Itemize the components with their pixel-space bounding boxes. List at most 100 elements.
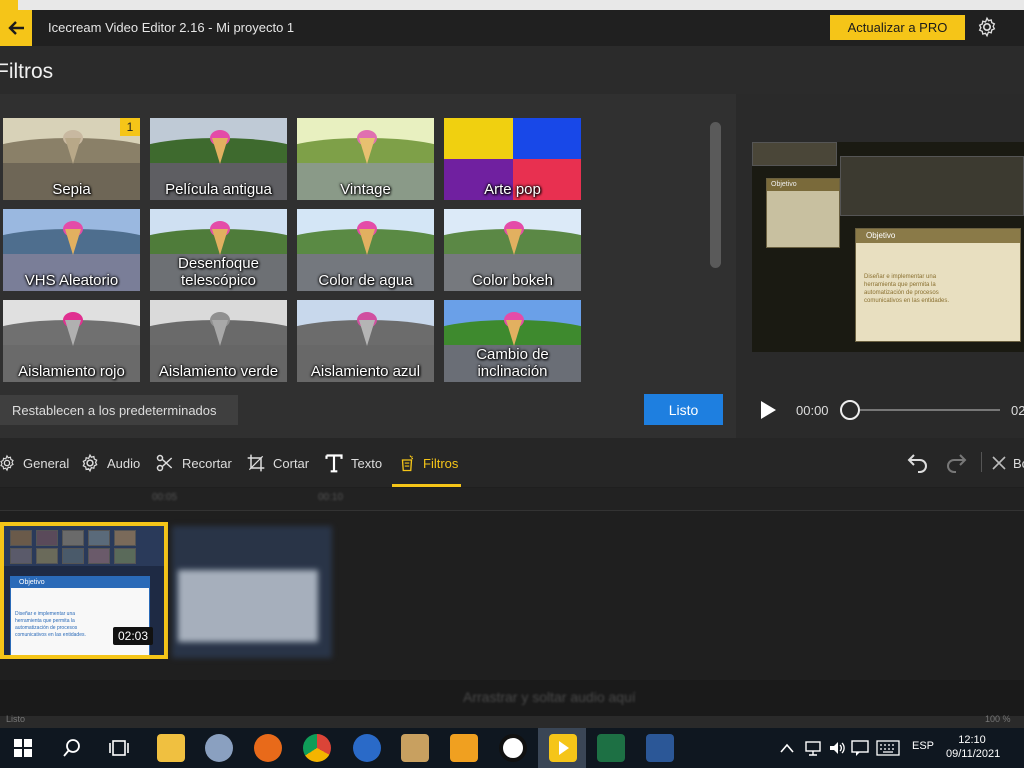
filter-label: Desenfoque telescópico <box>178 255 259 289</box>
text-icon <box>325 454 343 473</box>
search-icon[interactable] <box>62 738 82 758</box>
file-explorer-icon[interactable] <box>157 734 185 762</box>
preview-slide-title: Objetivo <box>856 229 1020 243</box>
play-icon[interactable] <box>758 400 778 420</box>
tool-recortar[interactable]: Recortar <box>155 450 232 476</box>
editor-toolbar <box>0 438 1024 487</box>
thunderbird-icon[interactable] <box>353 734 381 762</box>
filter-label: VHS Aleatorio <box>24 272 119 289</box>
tool-label: Filtros <box>423 455 459 471</box>
filter-label: Aislamiento verde <box>158 363 279 380</box>
windows-start-icon[interactable] <box>14 739 32 757</box>
tool-audio[interactable]: Audio <box>80 450 140 476</box>
ruler-tick: 00:05 <box>152 492 178 503</box>
filter-bucket-icon <box>401 455 413 472</box>
crop-icon <box>247 454 265 472</box>
tool-cortar[interactable]: Cortar <box>246 450 309 476</box>
filter-tile-aislamiento-azul[interactable]: Aislamiento azul <box>297 300 434 382</box>
filter-tile-aislamiento-rojo[interactable]: Aislamiento rojo <box>3 300 140 382</box>
undo-icon[interactable] <box>906 451 930 473</box>
icecream-editor-icon[interactable] <box>549 734 577 762</box>
play-icon <box>559 741 569 755</box>
upgrade-pro-button[interactable]: Actualizar a PRO <box>830 15 965 40</box>
tool-label: Cortar <box>273 455 310 471</box>
page-title: Filtros <box>0 60 54 83</box>
record-icon[interactable] <box>499 734 527 762</box>
gear-icon[interactable] <box>976 16 998 38</box>
filter-label: Cambio de inclinación <box>476 346 549 380</box>
language-indicator[interactable]: ESP <box>912 740 934 752</box>
clip-slide-text: Diseñar e implementar una herramienta qu… <box>15 611 86 638</box>
filter-tile-vintage[interactable]: Vintage <box>297 118 434 200</box>
app-icon[interactable] <box>205 734 233 762</box>
volume-icon[interactable] <box>828 739 846 757</box>
filter-tile-color-bokeh[interactable]: Color bokeh <box>444 209 581 291</box>
timeline-clip[interactable] <box>172 526 332 658</box>
timeline-ruler: 00:05 00:10 <box>0 488 1024 510</box>
network-icon[interactable] <box>804 739 822 757</box>
filter-label: Sepia <box>52 181 91 198</box>
clock-time: 12:10 <box>958 734 986 746</box>
reset-defaults-button[interactable]: Restablecen a los predeterminados <box>0 395 238 425</box>
current-time: 00:00 <box>796 403 829 418</box>
end-time: 02 <box>1011 403 1024 418</box>
word-icon[interactable] <box>646 734 674 762</box>
tool-general[interactable]: General <box>0 450 69 476</box>
clock[interactable]: 12:10 09/11/2021 <box>946 733 1001 761</box>
app-title: Icecream Video Editor 2.16 - Mi proyecto… <box>48 20 295 35</box>
keyboard-icon[interactable] <box>876 740 900 756</box>
selection-count-badge: 1 <box>120 118 140 136</box>
filter-tile-sepia[interactable]: 1 Sepia <box>3 118 140 200</box>
done-button[interactable]: Listo <box>644 394 723 425</box>
seek-handle[interactable] <box>840 400 860 420</box>
audio-drop-hint: Arrastrar y soltar audio aquí <box>463 689 636 705</box>
notification-icon[interactable] <box>851 739 869 757</box>
filter-tile-arte-pop[interactable]: Arte pop <box>444 118 581 200</box>
delete-button[interactable]: Bo <box>992 450 1024 476</box>
filter-tile-aislamiento-verde[interactable]: Aislamiento verde <box>150 300 287 382</box>
filter-tile-cambio-de-inclinacion[interactable]: Cambio de inclinación <box>444 300 581 382</box>
paint-icon[interactable] <box>401 734 429 762</box>
back-button[interactable] <box>0 10 32 46</box>
preview-slide-title-back: Objetivo <box>767 179 839 191</box>
audio-gear-icon <box>82 453 98 473</box>
filter-label: Color de agua <box>318 272 413 289</box>
filters-scrollbar[interactable] <box>710 122 721 268</box>
filter-tile-pelicula-antigua[interactable]: Película antigua <box>150 118 287 200</box>
filter-label: Color bokeh <box>472 272 553 289</box>
redo-icon[interactable] <box>944 451 968 473</box>
close-icon <box>992 456 1006 470</box>
excel-icon[interactable] <box>597 734 625 762</box>
filter-tile-color-de-agua[interactable]: Color de agua <box>297 209 434 291</box>
filter-tile-desenfoque-telescopico[interactable]: Desenfoque telescópico <box>150 209 287 291</box>
filter-label: Aislamiento azul <box>310 363 421 380</box>
status-left: Listo <box>6 714 26 724</box>
status-bar: Listo 100 % <box>0 714 1024 728</box>
status-zoom: 100 % <box>985 714 1011 724</box>
filter-label: Vintage <box>340 181 391 198</box>
tool-label: Audio <box>107 455 141 471</box>
chevron-up-icon[interactable] <box>780 742 794 754</box>
chrome-icon[interactable] <box>303 734 331 762</box>
draw-app-icon[interactable] <box>450 734 478 762</box>
video-preview: Objetivo Objetivo Diseñar e implementar … <box>752 142 1024 352</box>
ruler-tick: 00:10 <box>318 492 344 503</box>
seek-bar[interactable] <box>852 409 1000 411</box>
browser-strip <box>0 0 1024 10</box>
firefox-icon[interactable] <box>254 734 282 762</box>
filter-label: Arte pop <box>484 181 541 198</box>
clock-date: 09/11/2021 <box>946 748 1001 760</box>
clip-slide-title: Objetivo <box>11 577 149 588</box>
tool-label: Texto <box>351 455 383 471</box>
filter-label: Película antigua <box>165 181 272 198</box>
task-view-icon[interactable] <box>108 738 130 758</box>
ruler-baseline <box>0 510 1024 511</box>
clip-duration: 02:03 <box>113 627 153 645</box>
tool-label: General <box>23 455 70 471</box>
filter-tile-vhs-aleatorio[interactable]: VHS Aleatorio <box>3 209 140 291</box>
preview-slide-text: Diseñar e implementar una herramienta qu… <box>864 274 950 304</box>
tool-filtros[interactable]: Filtros <box>398 450 458 476</box>
scissors-icon <box>156 454 173 472</box>
tool-label: Recortar <box>182 455 232 471</box>
tool-texto[interactable]: Texto <box>324 450 382 476</box>
